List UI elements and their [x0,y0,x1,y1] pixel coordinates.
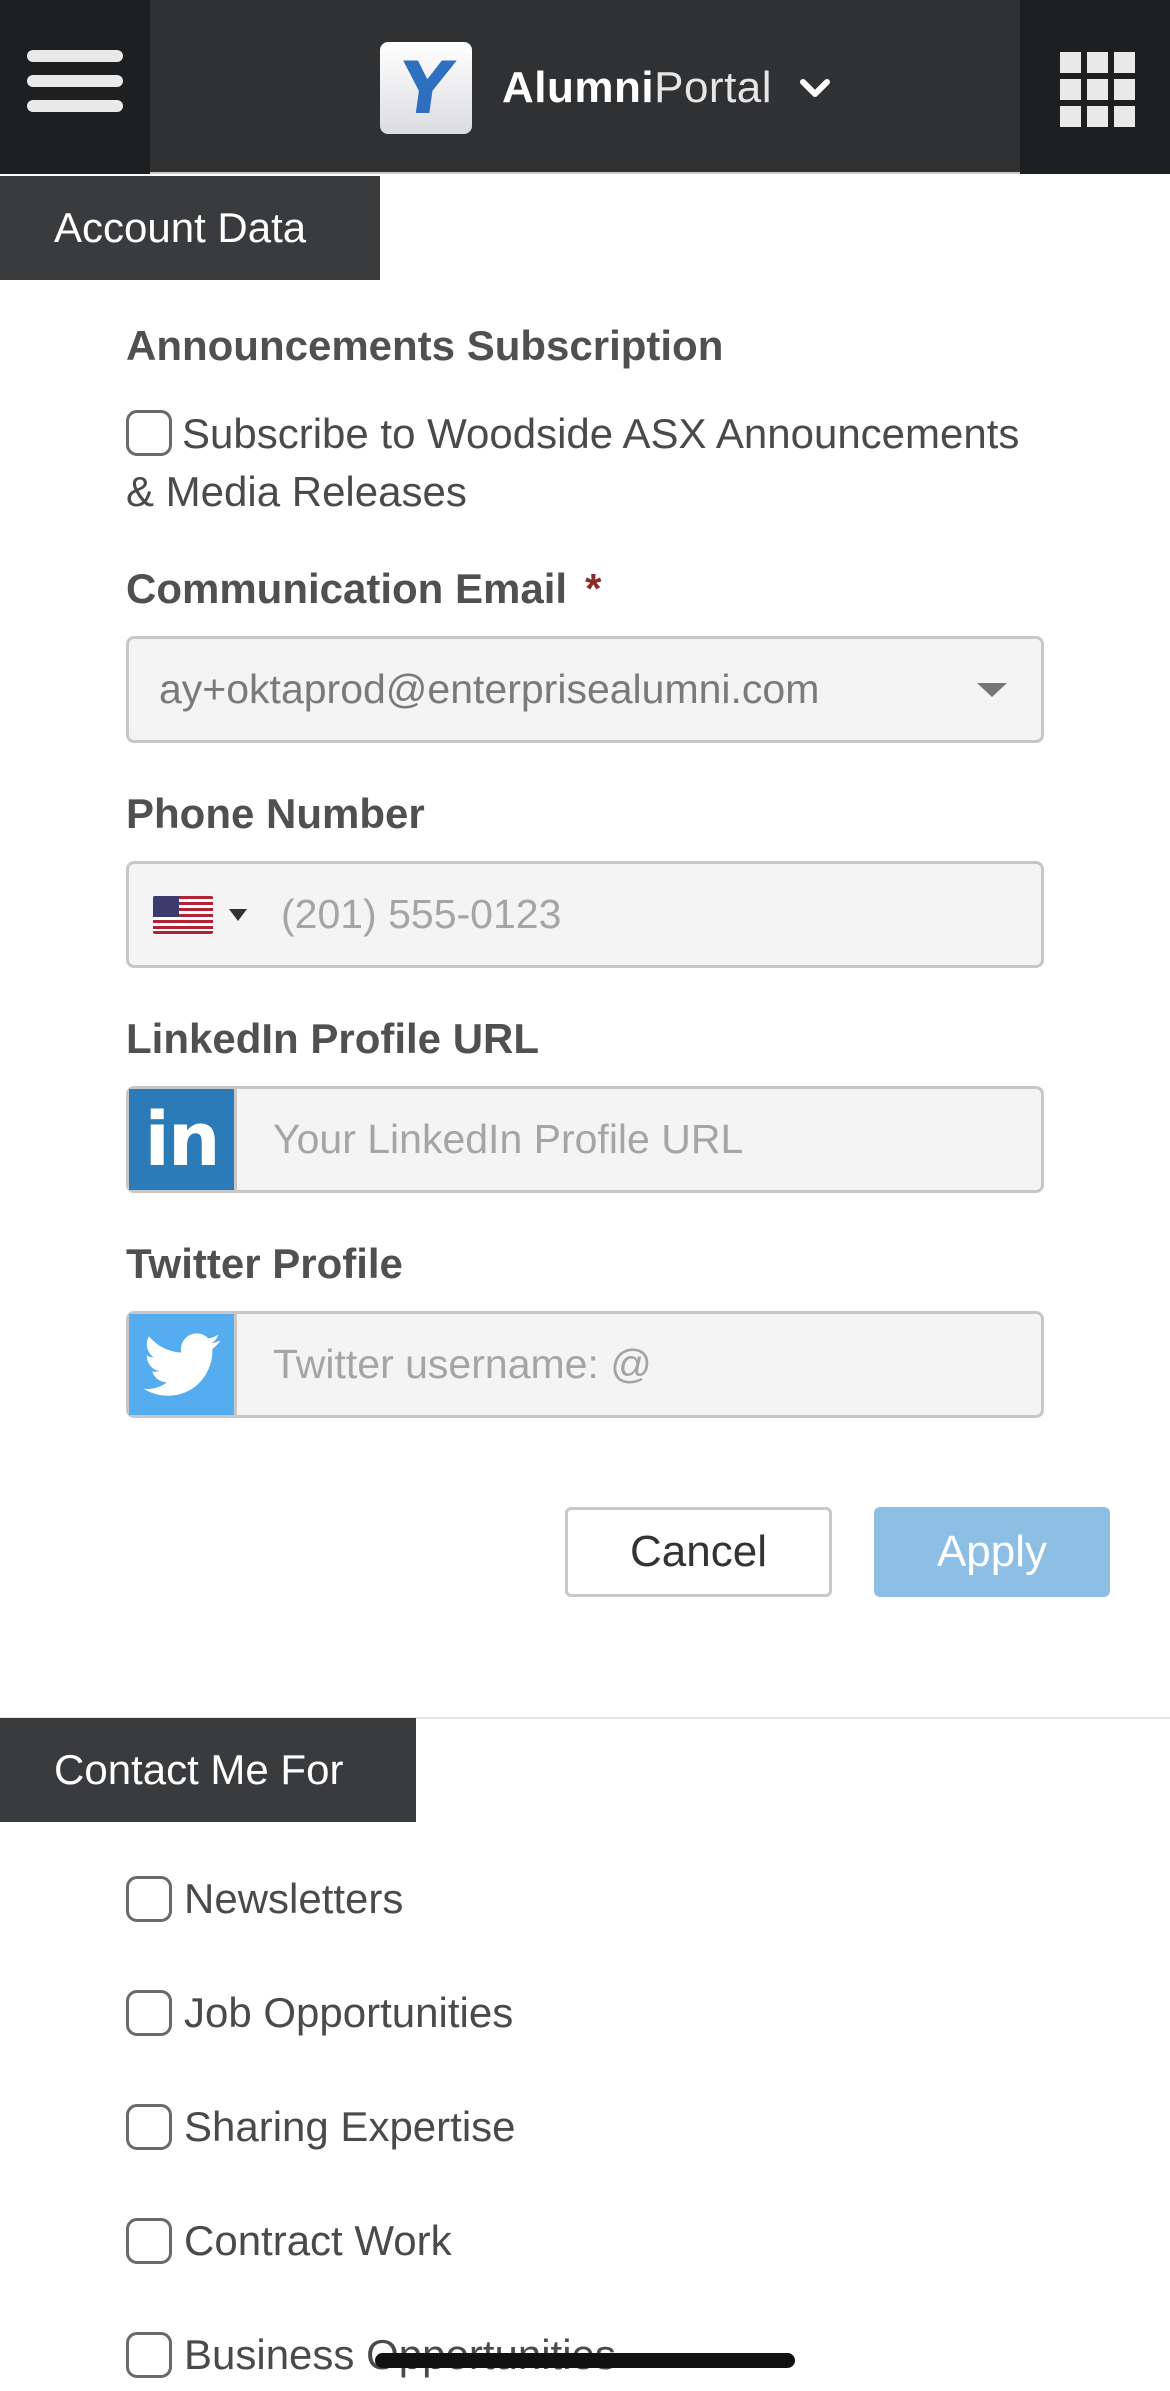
apply-button[interactable]: Apply [874,1507,1110,1597]
contract-work-checkbox[interactable] [126,2218,172,2264]
grid-icon [1060,52,1135,127]
linkedin-icon-text: in [144,1096,220,1183]
twitter-label: Twitter Profile [126,1240,403,1287]
business-opportunities-checkbox[interactable] [126,2332,172,2378]
home-indicator[interactable] [375,2353,795,2368]
twitter-input[interactable]: Twitter username: @ [237,1341,1041,1388]
twitter-bird-icon [143,1332,220,1396]
chevron-down-icon [800,79,831,97]
comm-email-select[interactable]: ay+oktaprod@enterprisealumni.com [126,636,1044,743]
announcements-label: Announcements Subscription [126,322,724,369]
contact-option-sharing-expertise[interactable]: Sharing Expertise [126,2103,516,2151]
contact-option-label: Sharing Expertise [184,2103,516,2150]
country-caret-icon[interactable] [229,908,247,921]
contact-option-contract-work[interactable]: Contract Work [126,2217,452,2265]
top-navigation-bar: Y AlumniPortal [0,0,1170,174]
twitter-icon [129,1314,237,1415]
subscribe-option[interactable]: Subscribe to Woodside ASX Announcements … [126,405,1056,521]
contact-option-label: Contract Work [184,2217,452,2264]
linkedin-label: LinkedIn Profile URL [126,1015,540,1062]
twitter-field: Twitter username: @ [126,1311,1044,1418]
logo-letter: Y [394,46,458,130]
linkedin-input[interactable]: Your LinkedIn Profile URL [237,1116,1041,1163]
section-tab-contact-me-for: Contact Me For [0,1718,416,1822]
us-flag-icon[interactable] [153,895,213,934]
hamburger-icon-line [27,75,123,87]
newsletters-checkbox[interactable] [126,1876,172,1922]
hamburger-icon-line [27,50,123,62]
brand-title-bold: Alumni [502,63,655,112]
contact-option-newsletters[interactable]: Newsletters [126,1875,403,1923]
app-logo: Y [380,42,472,134]
phone-input[interactable]: (201) 555-0123 [247,891,1041,938]
subscribe-text: Subscribe to Woodside ASX Announcements … [126,410,1020,515]
apps-grid-button[interactable] [1020,0,1170,174]
job-opportunities-checkbox[interactable] [126,1990,172,2036]
subscribe-checkbox[interactable] [126,409,172,456]
caret-down-icon [977,682,1007,697]
contact-option-label: Newsletters [184,1875,404,1922]
phone-label: Phone Number [126,790,425,837]
comm-email-label-text: Communication Email [126,565,568,612]
contact-option-label: Job Opportunities [184,1989,514,2036]
comm-email-label: Communication Email * [126,565,601,613]
comm-email-value: ay+oktaprod@enterprisealumni.com [159,666,820,712]
brand-title-light: Portal [654,63,773,112]
cancel-button[interactable]: Cancel [565,1507,832,1597]
sharing-expertise-checkbox[interactable] [126,2104,172,2150]
hamburger-menu-button[interactable] [0,0,150,174]
linkedin-icon: in [129,1089,237,1190]
section-tab-account-data: Account Data [0,176,380,280]
required-mark: * [585,565,602,612]
contact-option-job-opportunities[interactable]: Job Opportunities [126,1989,513,2037]
hamburger-icon-line [27,100,123,112]
phone-field: (201) 555-0123 [126,861,1044,968]
brand-switcher[interactable]: Y AlumniPortal [380,42,832,134]
brand-title: AlumniPortal [502,63,772,113]
linkedin-field: in Your LinkedIn Profile URL [126,1086,1044,1193]
